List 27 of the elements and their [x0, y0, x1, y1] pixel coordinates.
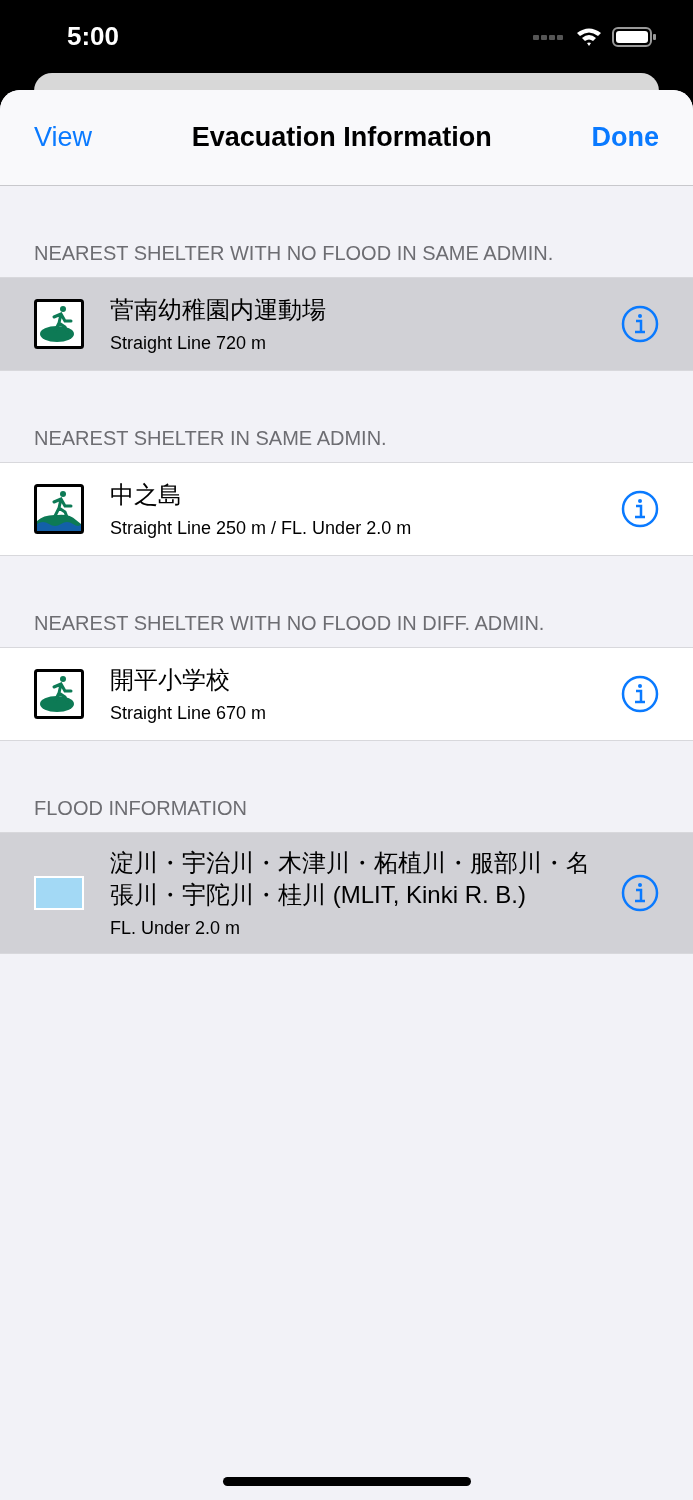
section-header: FLOOD INFORMATION	[34, 797, 247, 819]
list-row[interactable]: 開平小学校 Straight Line 670 m	[0, 647, 693, 741]
list-row[interactable]: 菅南幼稚園内運動場 Straight Line 720 m	[0, 277, 693, 371]
row-title: 中之島	[110, 480, 183, 511]
status-time: 5:00	[67, 21, 120, 52]
row-subtitle: Straight Line 670 m	[110, 702, 268, 724]
info-icon[interactable]	[621, 490, 659, 528]
shelter-icon	[34, 669, 84, 719]
list-row[interactable]: 中之島 Straight Line 250 m / FL. Under 2.0 m	[0, 462, 693, 556]
section-header: NEAREST SHELTER WITH NO FLOOD IN DIFF. ADMIN.	[34, 612, 545, 634]
row-title: 菅南幼稚園内運動場	[110, 295, 327, 326]
section-header: NEAREST SHELTER WITH NO FLOOD IN SAME ADMIN.	[34, 242, 554, 264]
row-title: 淀川・宇治川・木津川・柘植川・服部川・名張川・宇陀川・桂川 (MLIT, Kinki R. B.)	[110, 848, 591, 911]
row-subtitle: Straight Line 250 m / FL. Under 2.0 m	[110, 517, 413, 539]
info-icon[interactable]	[621, 675, 659, 713]
flooded-shelter-icon	[34, 484, 84, 534]
done-button[interactable]: Done	[591, 122, 659, 153]
info-icon[interactable]	[621, 305, 659, 343]
nav-title: Evacuation Information	[191, 122, 492, 153]
section-header: NEAREST SHELTER IN SAME ADMIN.	[34, 427, 387, 449]
view-button[interactable]: View	[34, 122, 93, 153]
info-icon[interactable]	[621, 873, 659, 912]
row-subtitle: FL. Under 2.0 m	[110, 917, 242, 939]
shelter-icon	[34, 299, 84, 349]
row-title: 開平小学校	[110, 665, 231, 696]
list-row[interactable]: 淀川・宇治川・木津川・柘植川・服部川・名張川・宇陀川・桂川 (MLIT, Kinki R. B.) FL. Under 2.0 m	[0, 832, 693, 954]
row-subtitle: Straight Line 720 m	[110, 332, 268, 354]
